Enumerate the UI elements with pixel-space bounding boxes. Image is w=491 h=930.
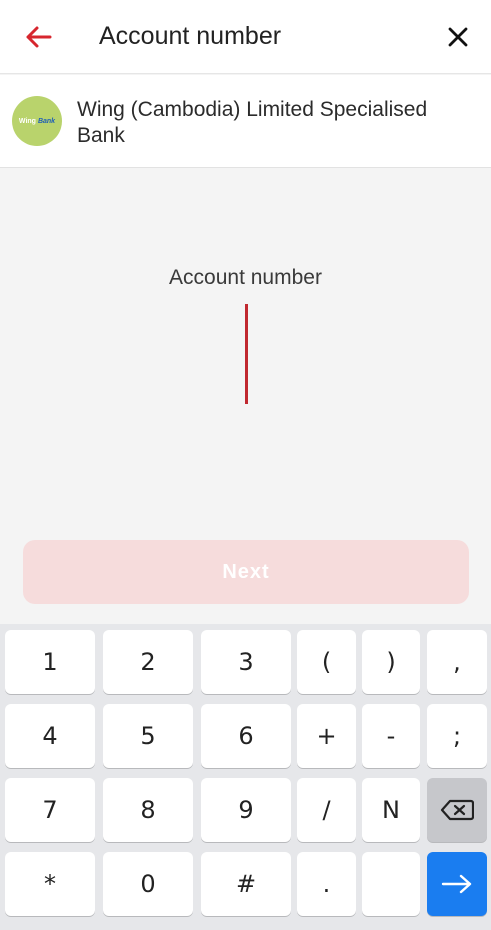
selected-bank-row: Wing Bank Wing (Cambodia) Limited Special…: [0, 75, 491, 168]
key-1[interactable]: 1: [5, 630, 95, 694]
key-n[interactable]: N: [362, 778, 420, 842]
key-2[interactable]: 2: [103, 630, 193, 694]
key-comma[interactable]: ,: [427, 630, 487, 694]
bank-name: Wing (Cambodia) Limited Specialised Bank: [77, 98, 428, 147]
key-minus[interactable]: -: [362, 704, 420, 768]
key-5[interactable]: 5: [103, 704, 193, 768]
key-hash[interactable]: #: [201, 852, 291, 916]
key-3[interactable]: 3: [201, 630, 291, 694]
backspace-icon: [440, 799, 474, 821]
backspace-key[interactable]: [427, 778, 487, 842]
key-blank[interactable]: [362, 852, 420, 916]
key-7[interactable]: 7: [5, 778, 95, 842]
key-0[interactable]: 0: [103, 852, 193, 916]
key-period[interactable]: .: [297, 852, 356, 916]
key-semicolon[interactable]: ;: [427, 704, 487, 768]
back-button[interactable]: [20, 19, 56, 55]
page-title: Account number: [99, 22, 282, 50]
key-8[interactable]: 8: [103, 778, 193, 842]
close-button[interactable]: [440, 19, 476, 55]
account-number-label: Account number: [169, 266, 322, 289]
numeric-keyboard: 1 2 3 ( ) , 4 5 6 + - ; 7 8 9 / N * 0 # …: [0, 624, 491, 930]
bank-logo: Wing Bank: [12, 96, 62, 146]
close-icon: [448, 27, 468, 47]
key-close-paren[interactable]: ): [362, 630, 420, 694]
enter-key[interactable]: [427, 852, 487, 916]
key-slash[interactable]: /: [297, 778, 356, 842]
key-asterisk[interactable]: *: [5, 852, 95, 916]
key-9[interactable]: 9: [201, 778, 291, 842]
key-plus[interactable]: +: [297, 704, 356, 768]
app-header: Account number: [0, 0, 491, 74]
text-cursor[interactable]: [245, 304, 248, 404]
key-open-paren[interactable]: (: [297, 630, 356, 694]
key-6[interactable]: 6: [201, 704, 291, 768]
next-button[interactable]: Next: [23, 540, 469, 604]
arrow-left-icon: [26, 26, 52, 48]
enter-arrow-icon: [441, 874, 472, 894]
key-4[interactable]: 4: [5, 704, 95, 768]
